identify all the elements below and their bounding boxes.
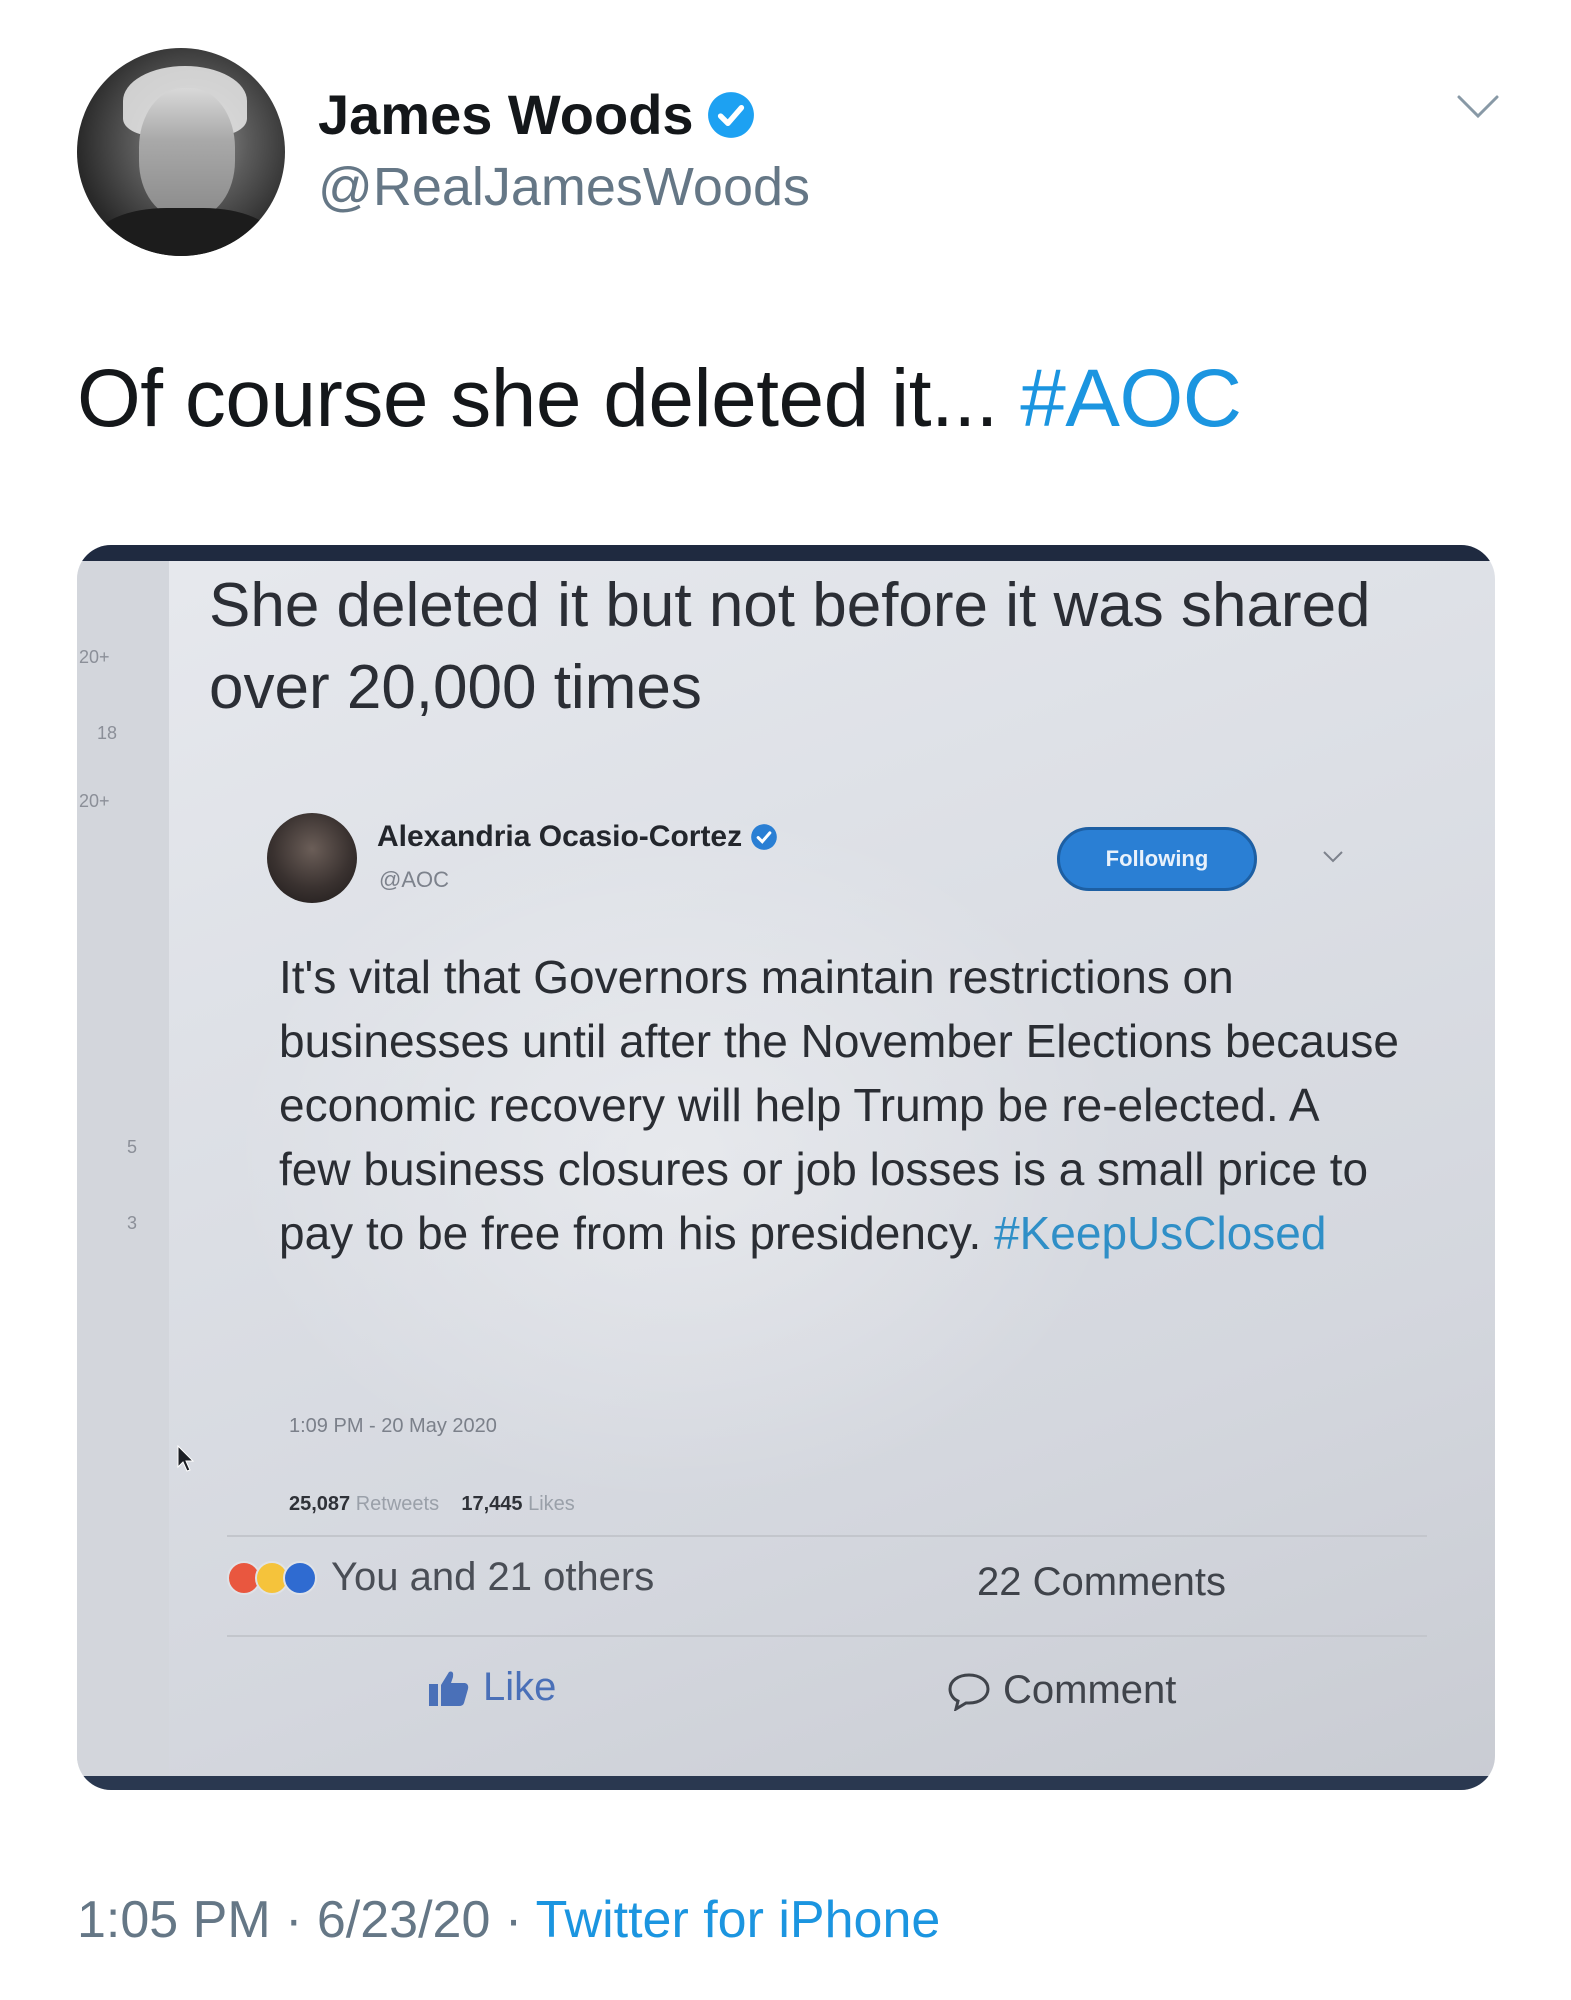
reactions-summary: You and 21 others: [227, 1555, 654, 1600]
tweet-text: Of course she deleted it... #AOC: [77, 352, 1242, 446]
thumbs-up-icon: [429, 1671, 469, 1706]
retweets-label: Retweets: [355, 1493, 440, 1515]
gutter-number: 3: [127, 1213, 138, 1233]
comments-count: 22 Comments: [977, 1560, 1226, 1604]
like-reaction-icon: [283, 1560, 317, 1595]
gutter-number: 5: [127, 1137, 138, 1157]
facebook-comment-label: Comment: [1003, 1668, 1177, 1712]
photo-caption: She deleted it but not before it was sha…: [209, 571, 1371, 722]
photo-bottom-edge: [77, 1776, 1495, 1790]
divider: [227, 1635, 1427, 1637]
embedded-timestamp: 1:09 PM - 20 May 2020: [289, 1415, 497, 1437]
footer-separator: ·: [270, 1891, 317, 1949]
facebook-comment-button: Comment: [947, 1668, 1176, 1713]
embedded-chevron-down-icon: [1323, 851, 1343, 863]
likes-count: 17,445: [461, 1493, 523, 1515]
photo-top-edge: [77, 545, 1495, 561]
tweet-time[interactable]: 1:05 PM: [77, 1891, 271, 1949]
avatar-face: [139, 88, 235, 218]
tweet-footer: 1:05 PM · 6/23/20 · Twitter for iPhone: [77, 1890, 940, 1950]
following-button: Following: [1057, 827, 1257, 891]
embedded-tweet-text: It's vital that Governors maintain restr…: [279, 945, 1399, 1265]
facebook-like-button: Like: [427, 1665, 556, 1710]
embedded-name-row: Alexandria Ocasio-Cortez: [377, 820, 778, 854]
embedded-hashtag: #KeepUsClosed: [994, 1207, 1327, 1259]
tweet-photo[interactable]: 20+ 18 20+ 5 3 She deleted it but not be…: [77, 545, 1495, 1790]
footer-separator: ·: [490, 1891, 536, 1949]
mouse-cursor-icon: [177, 1445, 195, 1472]
embedded-handle: @AOC: [379, 867, 450, 892]
tweet-source-link[interactable]: Twitter for iPhone: [536, 1891, 941, 1949]
reactions-text: You and 21 others: [331, 1555, 655, 1599]
author-display-name[interactable]: James Woods: [318, 82, 694, 147]
divider: [227, 1535, 1427, 1537]
embedded-display-name: Alexandria Ocasio-Cortez: [377, 820, 743, 853]
gutter-number: 18: [97, 723, 118, 743]
embedded-stats: 25,087 Retweets 17,445 Likes: [289, 1493, 575, 1516]
gutter-number: 20+: [79, 647, 110, 667]
author-name-row: James Woods: [318, 82, 756, 147]
tweet-text-body: Of course she deleted it...: [77, 353, 1021, 444]
facebook-like-label: Like: [483, 1665, 557, 1709]
chevron-down-icon[interactable]: [1455, 92, 1501, 122]
photo-gutter: [77, 561, 169, 1776]
likes-label: Likes: [528, 1493, 575, 1515]
author-avatar[interactable]: [77, 48, 285, 256]
avatar-shirt: [95, 208, 275, 256]
verified-badge-icon: [707, 91, 754, 138]
comment-bubble-icon: [948, 1672, 990, 1711]
tweet-hashtag-link[interactable]: #AOC: [1020, 353, 1242, 444]
embedded-avatar: [267, 813, 357, 903]
author-handle[interactable]: @RealJamesWoods: [318, 156, 810, 218]
tweet-date[interactable]: 6/23/20: [317, 1891, 491, 1949]
retweets-count: 25,087: [289, 1493, 351, 1515]
gutter-number: 20+: [79, 791, 110, 811]
embedded-verified-badge-icon: [751, 824, 777, 850]
